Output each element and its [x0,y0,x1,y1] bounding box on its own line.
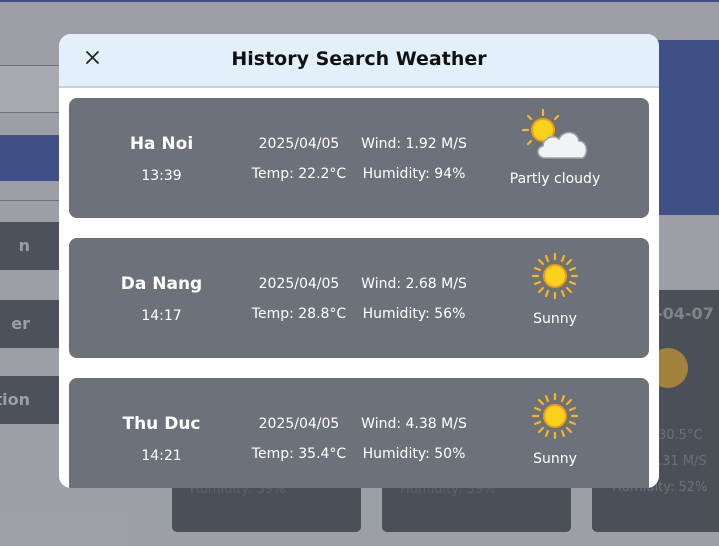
history-wind: Wind: 2.68 M/S [361,276,467,292]
history-condition: Sunny [533,451,577,467]
history-modal: History Search Weather Ha Noi 13:39 2025… [59,34,659,488]
history-time: 13:39 [141,168,182,184]
history-condition: Sunny [533,311,577,327]
history-humidity: Humidity: 56% [362,306,466,322]
history-item[interactable]: Da Nang 14:17 2025/04/05 Temp: 28.8°C Wi… [69,238,649,358]
history-temp: Temp: 35.4°C [251,446,347,462]
history-temp: Temp: 28.8°C [251,306,347,322]
history-date: 2025/04/05 [258,136,340,152]
history-date: 2025/04/05 [258,416,340,432]
history-item[interactable]: Thu Duc 14:21 2025/04/05 Temp: 35.4°C Wi… [69,378,649,488]
history-time: 14:17 [141,308,182,324]
history-city: Ha Noi [129,134,194,154]
history-city: Thu Duc [122,414,201,434]
partly-cloudy-icon [515,108,595,168]
history-item[interactable]: Ha Noi 13:39 2025/04/05 Temp: 22.2°C Win… [69,98,649,218]
history-date: 2025/04/05 [258,276,340,292]
history-humidity: Humidity: 94% [362,166,466,182]
history-list[interactable]: Ha Noi 13:39 2025/04/05 Temp: 22.2°C Win… [69,98,649,488]
modal-title: History Search Weather [231,48,487,70]
history-wind: Wind: 4.38 M/S [361,416,467,432]
history-temp: Temp: 22.2°C [251,166,347,182]
sun-icon [515,248,595,308]
history-wind: Wind: 1.92 M/S [361,136,467,152]
sun-icon [515,388,595,448]
history-time: 14:21 [141,448,182,464]
history-humidity: Humidity: 50% [362,446,466,462]
history-city: Da Nang [120,274,203,294]
history-condition: Partly cloudy [509,171,601,187]
modal-header: History Search Weather [59,34,659,88]
